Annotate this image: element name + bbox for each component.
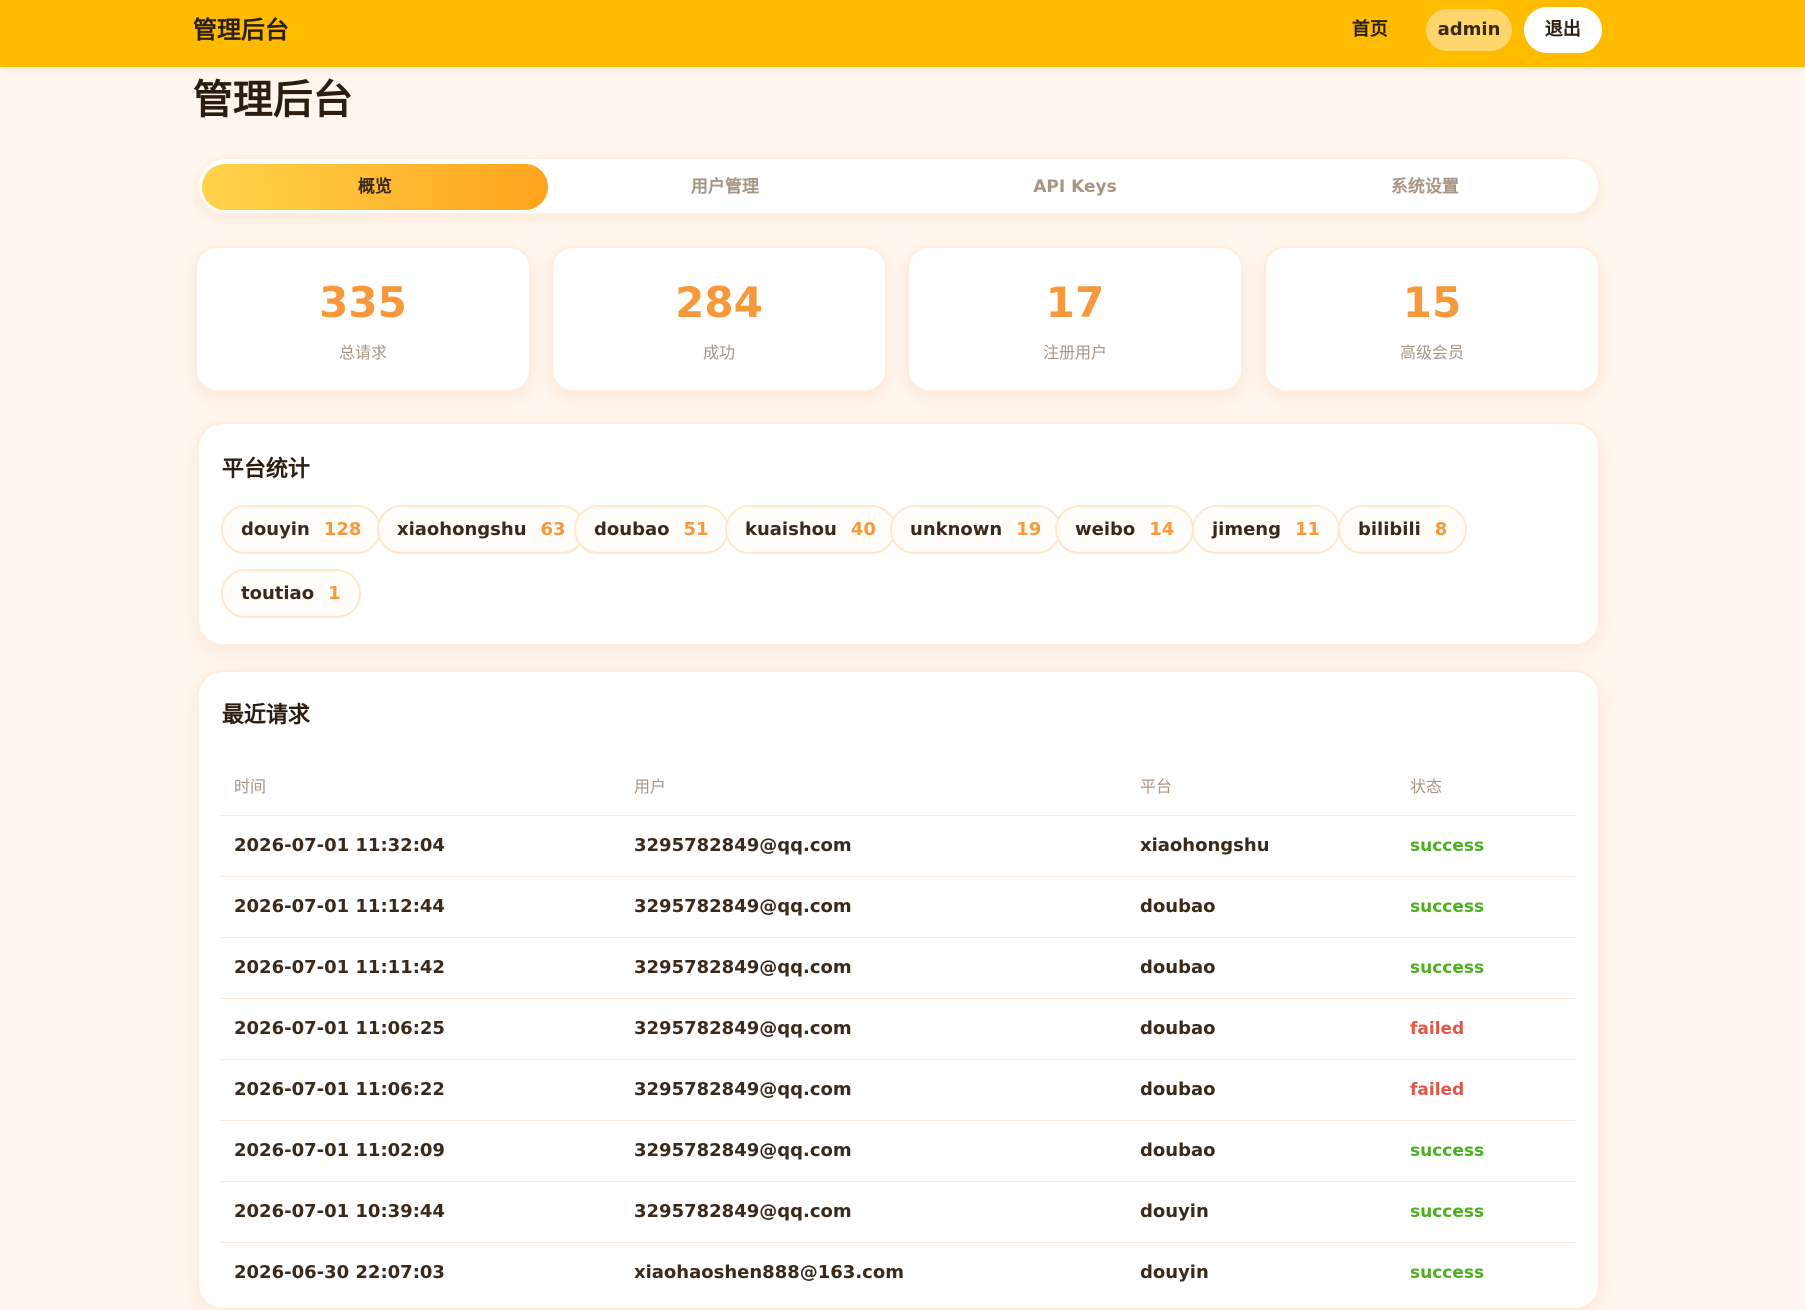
- platform-name: kuaishou: [745, 519, 837, 540]
- platform-count: 19: [1016, 519, 1042, 540]
- platform-chip-toutiao[interactable]: toutiao 1: [221, 569, 361, 618]
- cell-platform: doubao: [1140, 896, 1216, 917]
- stat-value: 17: [1045, 278, 1105, 327]
- stat-label: 成功: [702, 343, 735, 362]
- table-row: 2026-07-01 11:32:04 3295782849@qq.com xi…: [221, 815, 1576, 877]
- page-title: 管理后台: [193, 77, 353, 123]
- cell-status: failed: [1410, 1019, 1465, 1039]
- platform-count: 8: [1434, 519, 1448, 540]
- stat-value: 284: [675, 278, 763, 327]
- stat-card-registered-users: 17 注册用户: [907, 246, 1243, 392]
- platform-chip-doubao[interactable]: doubao 51: [574, 505, 729, 554]
- cell-time: 2026-06-30 22:07:03: [234, 1262, 445, 1283]
- cell-user: 3295782849@qq.com: [634, 835, 852, 856]
- platform-name: xiaohongshu: [397, 519, 527, 540]
- table-row: 2026-07-01 10:39:44 3295782849@qq.com do…: [221, 1181, 1576, 1243]
- cell-status: success: [1410, 897, 1485, 917]
- cell-user: 3295782849@qq.com: [634, 1018, 852, 1039]
- table-row: 2026-06-30 22:07:03 xiaohaoshen888@163.c…: [221, 1242, 1576, 1304]
- table-row: 2026-07-01 11:11:42 3295782849@qq.com do…: [221, 937, 1576, 999]
- cell-platform: doubao: [1140, 1140, 1216, 1161]
- stat-value: 335: [319, 278, 407, 327]
- platform-chip-weibo[interactable]: weibo 14: [1055, 505, 1195, 554]
- platform-count: 51: [683, 519, 709, 540]
- cell-time: 2026-07-01 11:11:42: [234, 957, 445, 978]
- stat-card-success: 284 成功: [551, 246, 887, 392]
- column-header-status: 状态: [1410, 777, 1443, 796]
- platform-name: jimeng: [1212, 519, 1282, 540]
- platform-count: 1: [328, 583, 341, 604]
- cell-status: success: [1410, 1202, 1485, 1222]
- user-badge[interactable]: admin: [1426, 9, 1512, 51]
- cell-user: 3295782849@qq.com: [634, 896, 852, 917]
- platform-name: weibo: [1075, 519, 1136, 540]
- cell-status: success: [1410, 836, 1485, 856]
- cell-time: 2026-07-01 11:06:25: [234, 1018, 445, 1039]
- platform-chip-kuaishou[interactable]: kuaishou 40: [725, 505, 896, 554]
- recent-requests-title: 最近请求: [222, 703, 311, 728]
- cell-platform: xiaohongshu: [1140, 835, 1270, 856]
- platform-chip-bilibili[interactable]: bilibili 8: [1338, 505, 1468, 554]
- platform-count: 128: [323, 519, 362, 540]
- cell-status: success: [1410, 1263, 1485, 1283]
- table-row: 2026-07-01 11:06:25 3295782849@qq.com do…: [221, 998, 1576, 1060]
- brand-title: 管理后台: [193, 16, 289, 44]
- platform-count: 63: [540, 519, 566, 540]
- cell-time: 2026-07-01 11:06:22: [234, 1079, 445, 1100]
- cell-platform: douyin: [1140, 1201, 1209, 1222]
- cell-user: 3295782849@qq.com: [634, 1140, 852, 1161]
- cell-platform: doubao: [1140, 1079, 1216, 1100]
- cell-platform: doubao: [1140, 1018, 1216, 1039]
- cell-time: 2026-07-01 11:32:04: [234, 835, 445, 856]
- cell-user: 3295782849@qq.com: [634, 1201, 852, 1222]
- stat-value: 15: [1402, 278, 1462, 327]
- stat-label: 注册用户: [1042, 343, 1107, 362]
- cell-user: xiaohaoshen888@163.com: [634, 1262, 904, 1283]
- cell-time: 2026-07-01 11:12:44: [234, 896, 445, 917]
- cell-platform: doubao: [1140, 957, 1216, 978]
- nav-home-link[interactable]: 首页: [1352, 16, 1388, 44]
- cell-time: 2026-07-01 11:02:09: [234, 1140, 445, 1161]
- stat-label: 总请求: [338, 343, 387, 362]
- cell-status: failed: [1410, 1080, 1465, 1100]
- platform-name: doubao: [594, 519, 670, 540]
- platform-count: 14: [1149, 519, 1175, 540]
- column-header-time: 时间: [234, 777, 267, 796]
- cell-user: 3295782849@qq.com: [634, 957, 852, 978]
- platform-chip-xiaohongshu[interactable]: xiaohongshu 63: [377, 505, 586, 554]
- stat-card-total-requests: 335 总请求: [195, 246, 531, 392]
- tab-overview[interactable]: 概览: [202, 164, 548, 210]
- column-header-platform: 平台: [1140, 777, 1173, 796]
- platform-name: unknown: [910, 519, 1003, 540]
- cell-status: success: [1410, 1141, 1485, 1161]
- table-row: 2026-07-01 11:12:44 3295782849@qq.com do…: [221, 876, 1576, 938]
- column-header-user: 用户: [634, 777, 667, 796]
- cell-user: 3295782849@qq.com: [634, 1079, 852, 1100]
- platform-chip-unknown[interactable]: unknown 19: [890, 505, 1062, 554]
- tab-bar: 概览 用户管理 API Keys 系统设置: [197, 157, 1600, 215]
- cell-platform: douyin: [1140, 1262, 1209, 1283]
- tab-user-management[interactable]: 用户管理: [552, 164, 898, 210]
- platform-chip-douyin[interactable]: douyin 128: [221, 505, 382, 554]
- tab-api-keys[interactable]: API Keys: [902, 164, 1248, 210]
- platform-count: 40: [850, 519, 876, 540]
- cell-status: success: [1410, 958, 1485, 978]
- platform-count: 11: [1295, 519, 1321, 540]
- stat-card-premium-members: 15 高级会员: [1264, 246, 1600, 392]
- top-bar: 管理后台 首页 admin 退出: [0, 0, 1805, 67]
- cell-time: 2026-07-01 10:39:44: [234, 1201, 445, 1222]
- platform-name: bilibili: [1358, 519, 1421, 540]
- logout-button[interactable]: 退出: [1524, 7, 1602, 53]
- stat-label: 高级会员: [1399, 343, 1464, 362]
- platform-name: douyin: [241, 519, 310, 540]
- platform-name: toutiao: [241, 583, 315, 604]
- table-row: 2026-07-01 11:06:22 3295782849@qq.com do…: [221, 1059, 1576, 1121]
- table-row: 2026-07-01 11:02:09 3295782849@qq.com do…: [221, 1120, 1576, 1182]
- platform-stats-title: 平台统计: [222, 457, 311, 482]
- platform-chip-jimeng[interactable]: jimeng 11: [1192, 505, 1341, 554]
- tab-system-settings[interactable]: 系统设置: [1252, 164, 1598, 210]
